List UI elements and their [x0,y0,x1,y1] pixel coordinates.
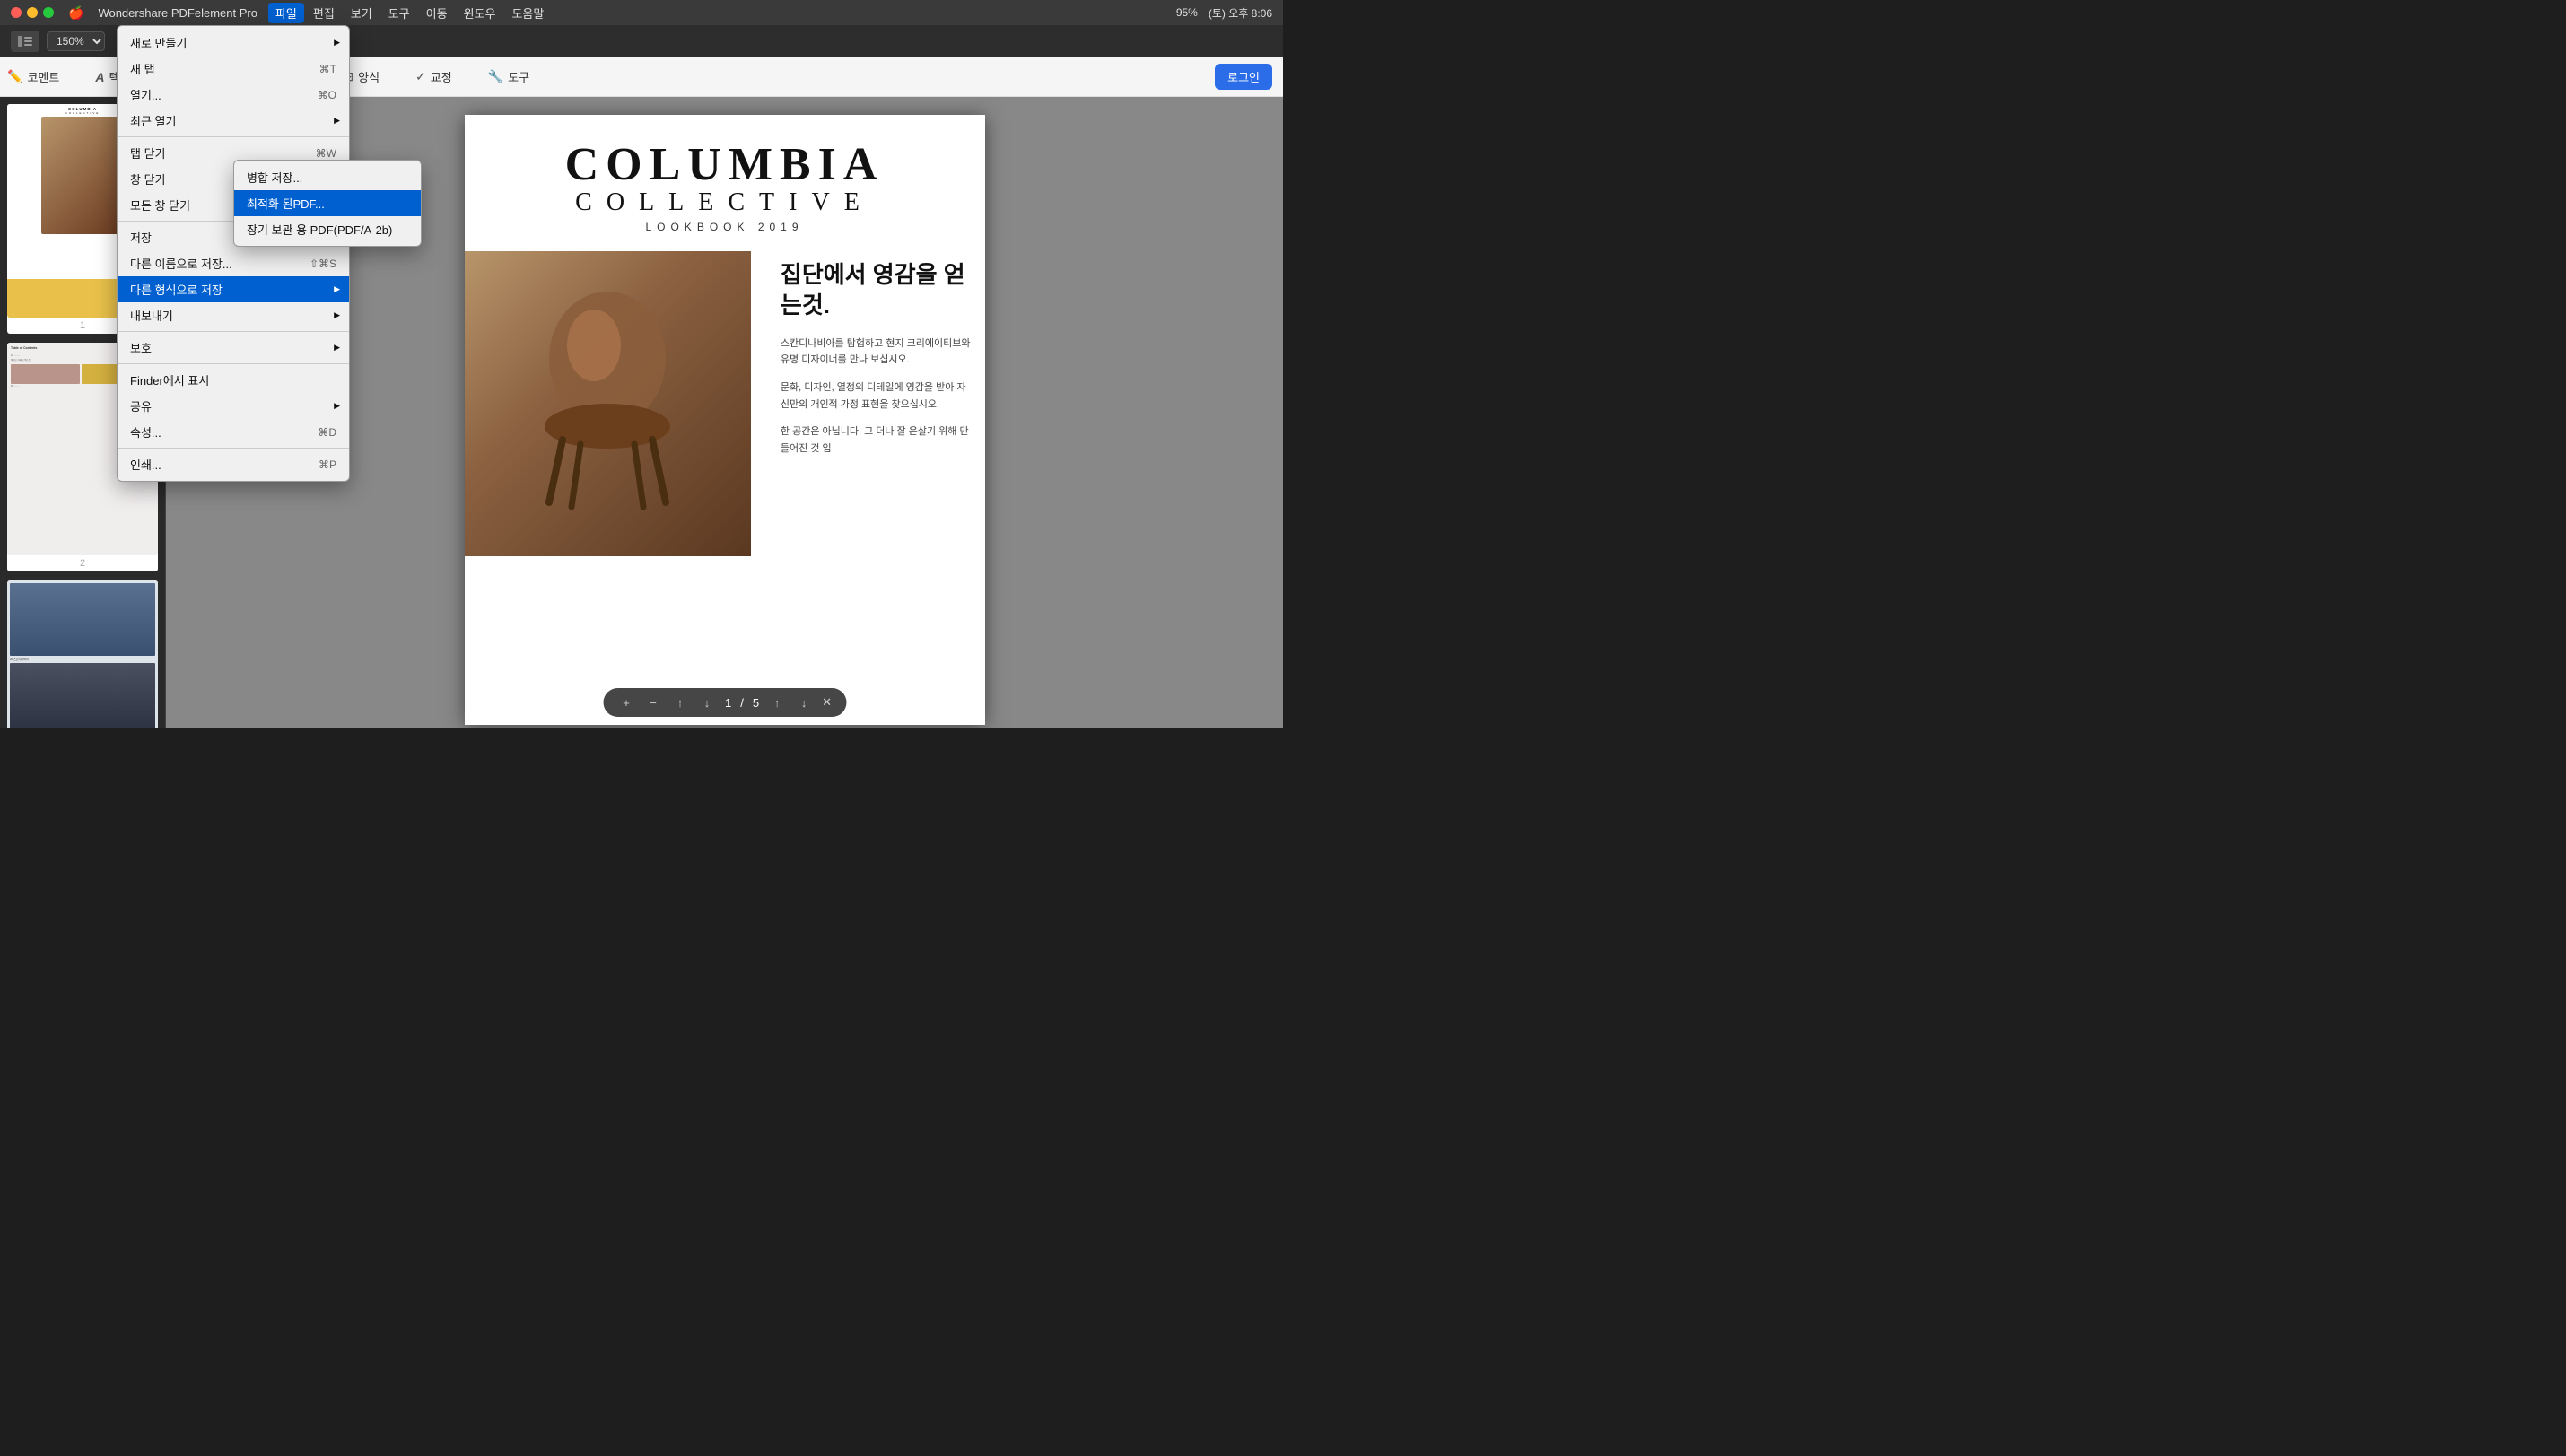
menu-print[interactable]: 인쇄... ⌘P [118,451,349,477]
form-label: 양식 [358,68,380,85]
menu-file[interactable]: 파일 [268,3,304,23]
archive-pdf-option[interactable]: 장기 보관 용 PDF(PDF/A-2b) [234,216,421,242]
correction-button[interactable]: ✓ 교정 [408,65,459,89]
traffic-lights [11,7,54,18]
separator-3 [118,331,349,332]
pdf-brand-title: COLUMBIA [483,142,967,188]
pdf-page: COLUMBIA COLLECTIVE LOOKBOOK 2019 [465,115,985,725]
pdf-collective-title: COLLECTIVE [483,188,967,217]
shortcut-open: ⌘O [318,89,336,101]
menu-new[interactable]: 새로 만들기 [118,30,349,56]
shortcut-new-tab: ⌘T [319,63,336,75]
apple-menu-icon[interactable]: 🍎 [68,5,83,21]
menu-open[interactable]: 열기... ⌘O [118,82,349,108]
page-separator: / [740,696,744,710]
menu-save-format[interactable]: 다른 형식으로 저장 [118,276,349,302]
datetime-status: (토) 오후 8:06 [1209,5,1272,21]
text-icon: A [95,70,104,84]
menu-help[interactable]: 도움말 [504,3,551,23]
total-pages-number: 5 [753,696,759,710]
scroll-up-button[interactable]: ↑ [768,693,786,711]
menu-protect[interactable]: 보호 [118,335,349,361]
pdf-body-1-korean: 스칸디나비아를 탐험하고 현지 크리에이티브와 유명 디자이너를 만나 보십시오… [781,336,971,369]
tools-icon: 🔧 [488,69,503,84]
battery-status: 95% [1176,6,1198,19]
download-button[interactable]: ↓ [698,693,716,711]
menu-edit[interactable]: 편집 [306,3,342,23]
menu-go[interactable]: 이동 [419,3,455,23]
thumb3-img2 [10,663,155,728]
menu-bar: 파일 편집 보기 도구 이동 윈도우 도움말 [268,3,551,23]
pdf-header: COLUMBIA COLLECTIVE LOOKBOOK 2019 [465,115,985,242]
menu-recent[interactable]: 최근 열기 [118,108,349,134]
menu-window[interactable]: 윈도우 [457,3,503,23]
thumb1-chair-image [41,117,124,234]
correction-label: 교정 [431,68,452,85]
titlebar-right: 95% (토) 오후 8:06 [1176,5,1272,21]
thumb-content-3: 20 스칸디나비아 30 모던 디자인 [7,580,158,728]
save-format-submenu[interactable]: 병합 저장... 최적화 된PDF... 장기 보관 용 PDF(PDF/A-2… [233,160,422,247]
shortcut-close-tab: ⌘W [316,147,336,160]
zoom-in-button[interactable]: + [617,693,635,711]
pdf-body-2-korean: 문화, 디자인, 열정의 디테일에 영감을 받아 자신만의 개인적 가정 표현을… [781,379,971,413]
tools-button[interactable]: 🔧 도구 [481,65,537,89]
file-menu-dropdown[interactable]: 새로 만들기 새 탭 ⌘T 열기... ⌘O 최근 열기 탭 닫기 ⌘W 창 닫… [117,25,350,482]
pdf-body-3-korean: 한 공간은 아닙니다. 그 더나 잘 은살기 위해 만들어진 것 입 [781,423,971,457]
menu-share[interactable]: 공유 [118,393,349,419]
pdf-lookbook-label: LOOKBOOK 2019 [483,221,967,233]
optimized-pdf-option[interactable]: 최적화 된PDF... [234,190,421,216]
comment-label: 코멘트 [27,68,59,85]
sidebar-toggle-button[interactable] [11,31,39,52]
comment-button[interactable]: ✏️ 코멘트 [0,65,66,89]
menu-export[interactable]: 내보내기 [118,302,349,328]
prev-page-button[interactable]: ↑ [671,693,689,711]
close-bottom-nav-button[interactable]: ✕ [822,695,832,710]
separator-4 [118,363,349,364]
thumb3-img1 [10,583,155,656]
page-2-label: 2 [7,555,158,571]
menu-save-as[interactable]: 다른 이름으로 저장... ⇧⌘S [118,250,349,276]
menu-properties[interactable]: 속성... ⌘D [118,419,349,445]
zoom-selector[interactable]: 150% 100% 75% 200% [47,31,105,51]
pdf-right-text: 집단에서 영감을 얻는것. 스칸디나비아를 탐험하고 현지 크리에이티브와 유명… [766,242,985,486]
login-button[interactable]: 로그인 [1215,64,1272,90]
separator-5 [118,448,349,449]
shortcut-properties: ⌘D [318,426,336,439]
separator-1 [118,136,349,137]
page-thumb-3[interactable]: 20 스칸디나비아 30 모던 디자인 3 [7,580,158,728]
pdf-headline-korean: 집단에서 영감을 얻는것. [781,260,971,321]
minimize-window-button[interactable] [27,7,38,18]
tools-label: 도구 [508,68,529,85]
bottom-navigation: + − ↑ ↓ 1 / 5 ↑ ↓ ✕ [603,688,846,717]
shortcut-save-as: ⇧⌘S [310,257,336,270]
titlebar-left: 🍎 Wondershare PDFelement Pro 파일 편집 보기 도구… [11,3,551,23]
app-name-label: Wondershare PDFelement Pro [98,6,257,20]
titlebar: 🍎 Wondershare PDFelement Pro 파일 편집 보기 도구… [0,0,1283,25]
current-page-number: 1 [725,696,731,710]
menu-tools[interactable]: 도구 [381,3,417,23]
fullscreen-window-button[interactable] [43,7,54,18]
zoom-out-button[interactable]: − [644,693,662,711]
scroll-down-button[interactable]: ↓ [795,693,813,711]
menu-finder[interactable]: Finder에서 표시 [118,367,349,393]
merge-save-option[interactable]: 병합 저장... [234,164,421,190]
menu-new-tab[interactable]: 새 탭 ⌘T [118,56,349,82]
comment-icon: ✏️ [7,69,22,84]
menu-view[interactable]: 보기 [344,3,380,23]
pdf-chair-image [465,251,751,556]
correction-icon: ✓ [415,69,426,84]
close-window-button[interactable] [11,7,22,18]
toc-img3 [11,364,80,384]
shortcut-print: ⌘P [319,458,336,471]
